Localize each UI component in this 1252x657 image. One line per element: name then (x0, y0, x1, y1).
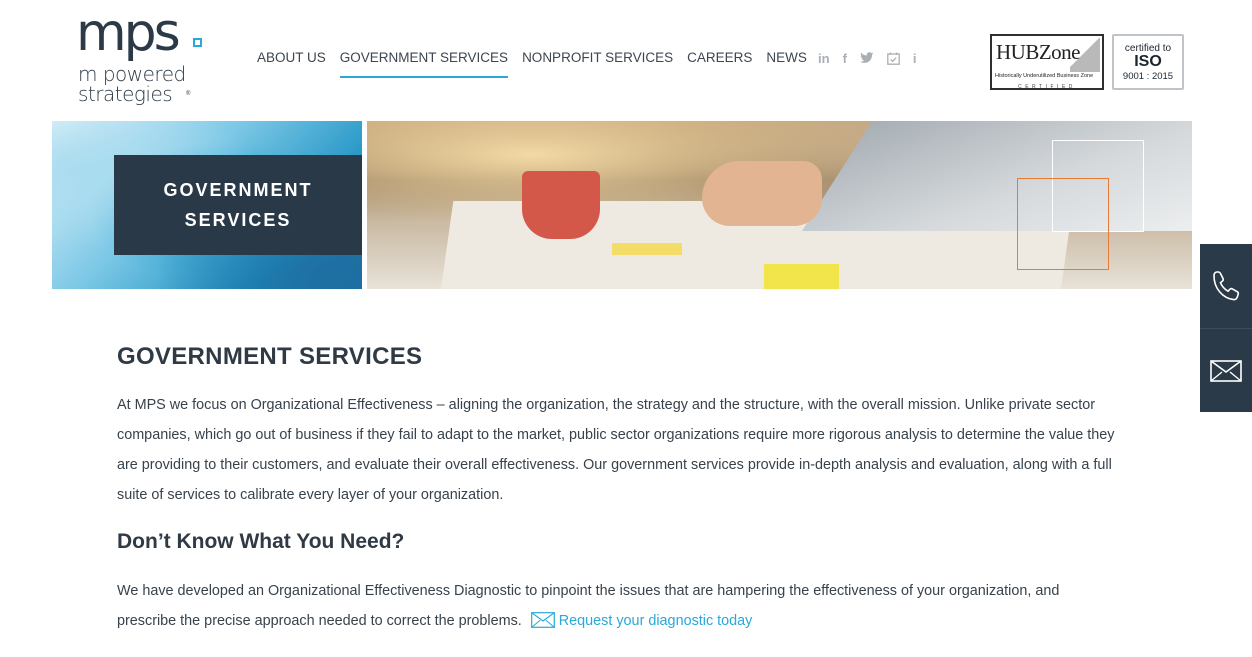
photo-sticky-note (612, 243, 682, 255)
banner-title-line2: SERVICES (184, 210, 292, 230)
linkedin-icon[interactable]: in (818, 50, 830, 66)
hubzone-title: HUBZone (996, 40, 1081, 64)
logo-wordmark-line1: m powered (78, 62, 186, 86)
iso-certified-badge: certified to ISO 9001 : 2015 (1112, 34, 1184, 90)
phone-icon[interactable] (1200, 244, 1252, 328)
banner-photo-workspace (367, 121, 1192, 289)
diagnostic-paragraph: We have developed an Organizational Effe… (117, 576, 1117, 639)
main-nav: ABOUT US GOVERNMENT SERVICES NONPROFIT S… (257, 50, 821, 78)
photo-sticky-note (764, 264, 839, 289)
iso-label: ISO (1134, 53, 1162, 70)
request-diagnostic-link[interactable]: Request your diagnostic today (559, 613, 753, 629)
nav-news[interactable]: NEWS (766, 50, 807, 78)
hubzone-certified-label: CERTIFIED (1018, 84, 1076, 90)
nav-government-services[interactable]: GOVERNMENT SERVICES (339, 50, 509, 78)
site-logo[interactable]: mps m powered strategies ® (76, 3, 208, 108)
banner-title-box: GOVERNMENT SERVICES (114, 155, 362, 255)
page-title: GOVERNMENT SERVICES (117, 343, 423, 370)
info-icon[interactable]: i (913, 50, 917, 66)
calendar-icon[interactable] (887, 50, 900, 66)
twitter-icon[interactable] (860, 50, 874, 66)
nav-nonprofit-services[interactable]: NONPROFIT SERVICES (522, 50, 673, 78)
social-links: in f i (818, 50, 930, 66)
nav-about-us[interactable]: ABOUT US (257, 50, 326, 78)
side-contact-bar (1200, 244, 1252, 412)
section-heading: Don’t Know What You Need? (117, 530, 405, 553)
photo-hand-with-pen (702, 161, 822, 226)
envelope-icon (530, 609, 555, 639)
iso-standard: 9001 : 2015 (1122, 71, 1174, 82)
logo-square-icon (193, 38, 202, 47)
banner-title-line1: GOVERNMENT (163, 180, 313, 200)
photo-coffee-cup (522, 171, 600, 239)
logo-mark: mps (76, 3, 181, 63)
photo-orange-square-outline (1017, 178, 1109, 270)
intro-paragraph: At MPS we focus on Organizational Effect… (117, 397, 1115, 503)
hubzone-certified-badge: HUBZone Historically Underutilized Busin… (990, 34, 1104, 90)
banner-title: GOVERNMENT SERVICES (148, 175, 328, 235)
facebook-icon[interactable]: f (843, 50, 847, 66)
hubzone-subtitle: Historically Underutilized Business Zone (995, 73, 1094, 79)
logo-registered-mark: ® (186, 91, 191, 97)
mail-icon[interactable] (1200, 328, 1252, 412)
logo-wordmark-line2: strategies (78, 82, 173, 106)
nav-careers[interactable]: CAREERS (687, 50, 752, 78)
